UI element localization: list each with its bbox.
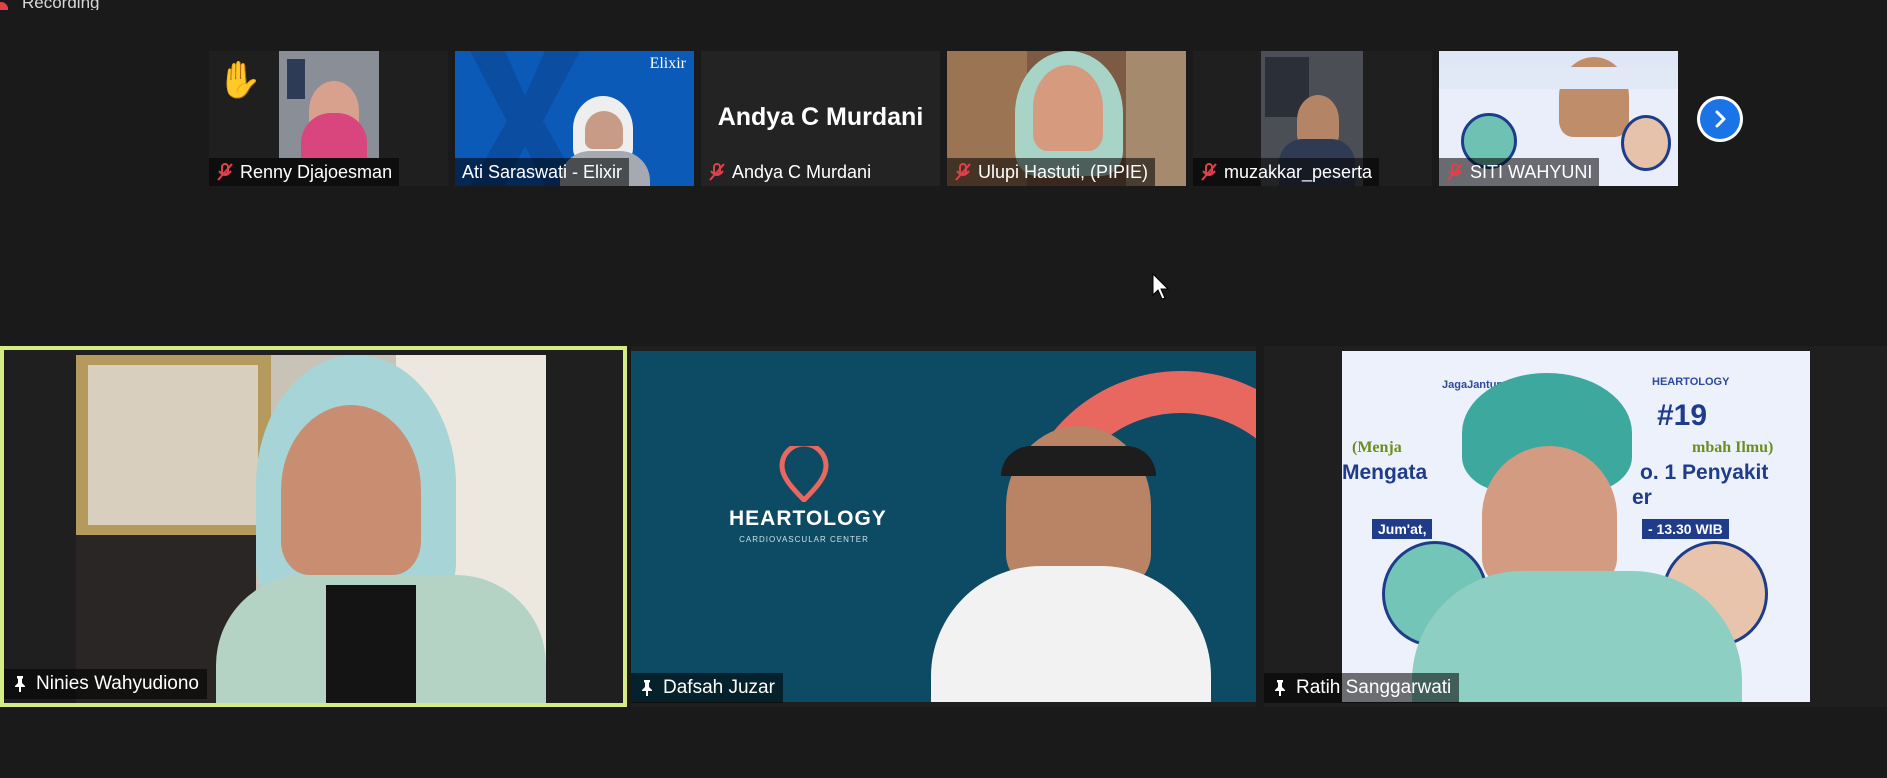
video-tile[interactable]: JagaJantung HEARTOLOGY #19 (Menja mbah I…	[1264, 346, 1887, 707]
participant-label: Ninies Wahyudiono	[4, 669, 207, 699]
participant-label: muzakkar_peserta	[1193, 158, 1380, 186]
pin-icon	[642, 680, 652, 696]
video-tile-active-speaker[interactable]: Ninies Wahyudiono	[0, 346, 627, 707]
video-feed	[76, 355, 546, 703]
participant-name: Andya C Murdani	[732, 161, 872, 182]
video-feed: JagaJantung HEARTOLOGY #19 (Menja mbah I…	[1342, 351, 1810, 702]
raised-hand-icon: ✋	[217, 59, 262, 100]
participant-label: Ulupi Hastuti, (PIPIE)	[947, 158, 1156, 186]
heart-pin-icon	[779, 441, 829, 504]
participant-name: Ninies Wahyudiono	[36, 673, 199, 694]
mic-muted-icon	[217, 163, 233, 181]
participant-label: Renny Djajoesman	[209, 158, 400, 186]
participant-name: SITI WAHYUNI	[1470, 161, 1593, 182]
participant-thumb[interactable]: SITI WAHYUNI	[1439, 51, 1678, 186]
participant-name: Dafsah Juzar	[663, 677, 775, 698]
next-page-button[interactable]	[1697, 96, 1743, 142]
mic-muted-icon	[1201, 163, 1217, 181]
participant-name: Renny Djajoesman	[240, 161, 393, 182]
participant-thumb[interactable]: Elixir Ati Saraswati - Elixir	[455, 51, 694, 186]
participant-label: Ati Saraswati - Elixir	[455, 158, 630, 186]
video-off-name: Andya C Murdani	[717, 103, 924, 131]
participant-label: Dafsah Juzar	[631, 673, 783, 703]
participant-name: Ulupi Hastuti, (PIPIE)	[978, 161, 1149, 182]
participant-label: SITI WAHYUNI	[1439, 158, 1600, 186]
chevron-right-icon	[1715, 110, 1726, 128]
pin-icon	[15, 676, 25, 692]
participant-name: Ati Saraswati - Elixir	[462, 161, 623, 182]
recording-label: Recording	[22, 0, 100, 10]
mic-muted-icon	[709, 163, 725, 181]
participant-label: Andya C Murdani	[701, 158, 878, 186]
participant-thumb[interactable]: ✋ Renny Djajoesman	[209, 51, 448, 186]
participant-strip: ✋ Renny Djajoesman Elixir Ati Saraswati …	[209, 51, 1678, 186]
recording-dot-icon	[0, 2, 8, 10]
participant-name: muzakkar_peserta	[1224, 161, 1373, 182]
participant-name: Ratih Sanggarwati	[1296, 677, 1452, 698]
mic-muted-icon	[1447, 163, 1463, 181]
mic-muted-icon	[955, 163, 971, 181]
participant-thumb[interactable]: Ulupi Hastuti, (PIPIE)	[947, 51, 1186, 186]
mouse-cursor-icon	[1152, 273, 1170, 300]
participant-thumb[interactable]: Andya C Murdani Andya C Murdani	[701, 51, 940, 186]
participant-label: Ratih Sanggarwati	[1264, 673, 1460, 703]
pin-icon	[1275, 680, 1285, 696]
recording-indicator: Recording	[0, 0, 200, 10]
video-tile[interactable]: HEARTOLOGY CARDIOVASCULAR CENTER Dafsah …	[631, 346, 1256, 707]
participant-thumb[interactable]: muzakkar_peserta	[1193, 51, 1432, 186]
heartology-logo: HEARTOLOGY CARDIOVASCULAR CENTER	[729, 441, 886, 544]
video-feed: HEARTOLOGY CARDIOVASCULAR CENTER	[631, 351, 1256, 702]
elixir-logo: Elixir	[649, 55, 686, 72]
